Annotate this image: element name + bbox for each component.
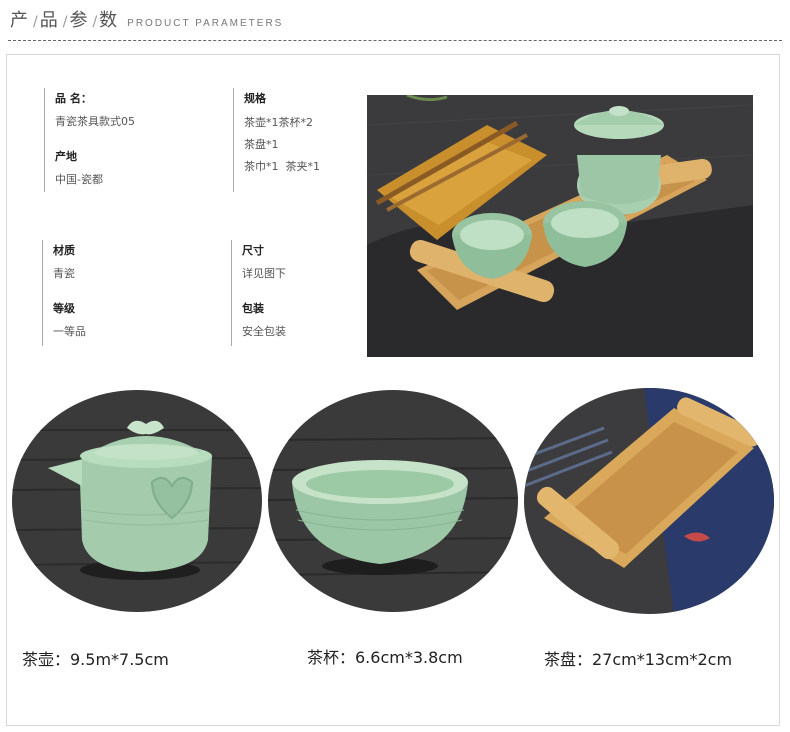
attr-label-origin: 产地 bbox=[55, 150, 77, 163]
tray-photo bbox=[524, 388, 774, 614]
pitcher-photo bbox=[12, 390, 262, 612]
header-char: 参 bbox=[69, 10, 88, 31]
spec-line: 茶盘*1 bbox=[244, 138, 279, 151]
header-char: 产 bbox=[10, 10, 28, 31]
attr-value-size: 详见图下 bbox=[242, 267, 286, 280]
attr-label-size: 尺寸 bbox=[242, 244, 264, 257]
header-title: 产 / 品 / 参 / 数 bbox=[10, 10, 118, 31]
attr-value-name: 青瓷茶具款式05 bbox=[55, 115, 135, 128]
header-char: 数 bbox=[99, 10, 118, 31]
cup-caption: 茶杯：6.6cm*3.8cm bbox=[307, 648, 463, 667]
attr-label-grade: 等级 bbox=[53, 302, 75, 315]
attr-label-spec: 规格 bbox=[244, 92, 266, 105]
spec-line: 茶巾*1 茶夹*1 bbox=[244, 160, 320, 173]
header-subtitle: PRODUCT PARAMETERS bbox=[127, 18, 284, 29]
attr-column-name-origin: 品 名： 青瓷茶具款式05 产地 中国-瓷都 bbox=[44, 88, 205, 192]
tray-caption: 茶盘：27cm*13cm*2cm bbox=[544, 650, 733, 669]
attr-label-material: 材质 bbox=[53, 244, 75, 257]
attr-value-package: 安全包装 bbox=[242, 325, 286, 338]
header-char: 品 bbox=[39, 10, 58, 31]
product-photo-set bbox=[366, 93, 754, 357]
attr-value-material: 青瓷 bbox=[53, 267, 75, 280]
pitcher-caption: 茶壶：9.5m*7.5cm bbox=[22, 650, 169, 669]
attr-value-origin: 中国-瓷都 bbox=[55, 173, 103, 186]
dashed-divider bbox=[8, 40, 782, 41]
attr-column-spec: 规格 茶壶*1茶杯*2 茶盘*1 茶巾*1 茶夹*1 bbox=[233, 88, 364, 192]
section-header: 产 / 品 / 参 / 数 PRODUCT PARAMETERS bbox=[10, 6, 283, 34]
attr-value-spec: 茶壶*1茶杯*2 茶盘*1 茶巾*1 茶夹*1 bbox=[244, 112, 364, 178]
attr-column-material-grade: 材质 青瓷 等级 一等品 bbox=[42, 240, 203, 346]
cup-photo bbox=[268, 390, 518, 612]
attr-label-name: 品 名： bbox=[55, 92, 92, 105]
spec-line: 茶壶*1茶杯*2 bbox=[244, 116, 313, 129]
attr-value-grade: 一等品 bbox=[53, 325, 86, 338]
attr-label-package: 包装 bbox=[242, 302, 264, 315]
attr-column-size-package: 尺寸 详见图下 包装 安全包装 bbox=[231, 240, 362, 346]
